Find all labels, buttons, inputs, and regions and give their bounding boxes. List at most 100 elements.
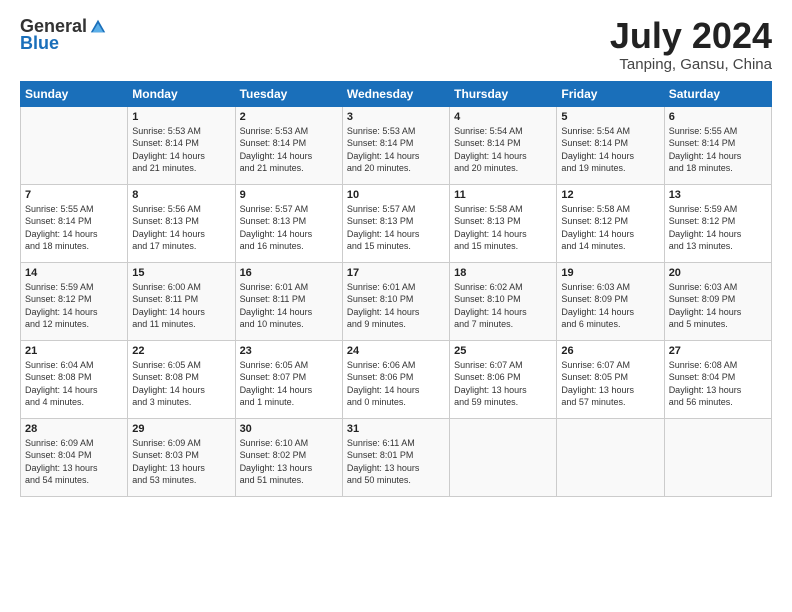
day-number: 23 [240, 345, 338, 357]
column-header-monday: Monday [128, 81, 235, 106]
calendar-cell: 29 Sunrise: 6:09 AM Sunset: 8:03 PM Dayli… [128, 418, 235, 496]
calendar-cell: 13 Sunrise: 5:59 AM Sunset: 8:12 PM Dayli… [664, 184, 771, 262]
day-info: Sunrise: 5:56 AM Sunset: 8:13 PM Dayligh… [132, 203, 230, 253]
day-number: 11 [454, 189, 552, 201]
day-info: Sunrise: 5:55 AM Sunset: 8:14 PM Dayligh… [669, 125, 767, 175]
day-number: 1 [132, 111, 230, 123]
calendar-cell: 11 Sunrise: 5:58 AM Sunset: 8:13 PM Dayli… [450, 184, 557, 262]
calendar-cell: 18 Sunrise: 6:02 AM Sunset: 8:10 PM Dayli… [450, 262, 557, 340]
day-number: 2 [240, 111, 338, 123]
day-info: Sunrise: 5:58 AM Sunset: 8:12 PM Dayligh… [561, 203, 659, 253]
calendar-header: SundayMondayTuesdayWednesdayThursdayFrid… [21, 81, 772, 106]
day-info: Sunrise: 5:59 AM Sunset: 8:12 PM Dayligh… [25, 281, 123, 331]
day-info: Sunrise: 5:57 AM Sunset: 8:13 PM Dayligh… [240, 203, 338, 253]
day-info: Sunrise: 5:59 AM Sunset: 8:12 PM Dayligh… [669, 203, 767, 253]
day-info: Sunrise: 6:06 AM Sunset: 8:06 PM Dayligh… [347, 359, 445, 409]
day-number: 29 [132, 423, 230, 435]
calendar-cell: 19Sunrise: 6:03 AM Sunset: 8:09 PM Dayli… [557, 262, 664, 340]
day-number: 24 [347, 345, 445, 357]
day-number: 6 [669, 111, 767, 123]
day-info: Sunrise: 6:07 AM Sunset: 8:06 PM Dayligh… [454, 359, 552, 409]
day-number: 30 [240, 423, 338, 435]
column-header-wednesday: Wednesday [342, 81, 449, 106]
calendar-cell: 15 Sunrise: 6:00 AM Sunset: 8:11 PM Dayli… [128, 262, 235, 340]
day-number: 17 [347, 267, 445, 279]
week-row-1: 1 Sunrise: 5:53 AM Sunset: 8:14 PM Daylig… [21, 106, 772, 184]
calendar-cell: 6 Sunrise: 5:55 AM Sunset: 8:14 PM Daylig… [664, 106, 771, 184]
logo: General Blue [20, 16, 107, 54]
calendar-cell: 5Sunrise: 5:54 AM Sunset: 8:14 PM Daylig… [557, 106, 664, 184]
title-block: July 2024 Tanping, Gansu, China [610, 16, 772, 73]
calendar-cell: 4Sunrise: 5:54 AM Sunset: 8:14 PM Daylig… [450, 106, 557, 184]
day-number: 3 [347, 111, 445, 123]
day-number: 26 [561, 345, 659, 357]
location: Tanping, Gansu, China [610, 56, 772, 73]
calendar-cell [450, 418, 557, 496]
day-info: Sunrise: 6:09 AM Sunset: 8:03 PM Dayligh… [132, 437, 230, 487]
calendar-cell: 16 Sunrise: 6:01 AM Sunset: 8:11 PM Dayli… [235, 262, 342, 340]
calendar-cell: 1Sunrise: 5:53 AM Sunset: 8:14 PM Daylig… [128, 106, 235, 184]
calendar-cell: 14 Sunrise: 5:59 AM Sunset: 8:12 PM Dayli… [21, 262, 128, 340]
calendar-cell: 27 Sunrise: 6:08 AM Sunset: 8:04 PM Dayli… [664, 340, 771, 418]
header: General Blue July 2024 Tanping, Gansu, C… [20, 16, 772, 73]
calendar-cell: 24 Sunrise: 6:06 AM Sunset: 8:06 PM Dayli… [342, 340, 449, 418]
calendar-cell: 20 Sunrise: 6:03 AM Sunset: 8:09 PM Dayli… [664, 262, 771, 340]
calendar-cell: 17 Sunrise: 6:01 AM Sunset: 8:10 PM Dayli… [342, 262, 449, 340]
day-number: 25 [454, 345, 552, 357]
day-number: 12 [561, 189, 659, 201]
day-info: Sunrise: 6:01 AM Sunset: 8:10 PM Dayligh… [347, 281, 445, 331]
day-info: Sunrise: 6:05 AM Sunset: 8:08 PM Dayligh… [132, 359, 230, 409]
logo-blue-text: Blue [20, 33, 59, 54]
calendar-cell: 26 Sunrise: 6:07 AM Sunset: 8:05 PM Dayli… [557, 340, 664, 418]
column-header-tuesday: Tuesday [235, 81, 342, 106]
day-info: Sunrise: 6:10 AM Sunset: 8:02 PM Dayligh… [240, 437, 338, 487]
day-info: Sunrise: 5:53 AM Sunset: 8:14 PM Dayligh… [240, 125, 338, 175]
day-number: 21 [25, 345, 123, 357]
week-row-4: 21Sunrise: 6:04 AM Sunset: 8:08 PM Dayli… [21, 340, 772, 418]
day-info: Sunrise: 6:09 AM Sunset: 8:04 PM Dayligh… [25, 437, 123, 487]
calendar-cell: 9Sunrise: 5:57 AM Sunset: 8:13 PM Daylig… [235, 184, 342, 262]
day-number: 7 [25, 189, 123, 201]
calendar-body: 1 Sunrise: 5:53 AM Sunset: 8:14 PM Daylig… [21, 106, 772, 496]
calendar-table: SundayMondayTuesdayWednesdayThursdayFrid… [20, 81, 772, 497]
day-number: 19 [561, 267, 659, 279]
day-info: Sunrise: 5:55 AM Sunset: 8:14 PM Dayligh… [25, 203, 123, 253]
day-info: Sunrise: 5:54 AM Sunset: 8:14 PM Dayligh… [454, 125, 552, 175]
day-info: Sunrise: 6:02 AM Sunset: 8:10 PM Dayligh… [454, 281, 552, 331]
calendar-cell: 22Sunrise: 6:05 AM Sunset: 8:08 PM Dayli… [128, 340, 235, 418]
column-header-sunday: Sunday [21, 81, 128, 106]
day-number: 10 [347, 189, 445, 201]
day-number: 8 [132, 189, 230, 201]
day-number: 15 [132, 267, 230, 279]
calendar-cell: 12 Sunrise: 5:58 AM Sunset: 8:12 PM Dayli… [557, 184, 664, 262]
day-info: Sunrise: 5:58 AM Sunset: 8:13 PM Dayligh… [454, 203, 552, 253]
day-number: 20 [669, 267, 767, 279]
day-info: Sunrise: 6:01 AM Sunset: 8:11 PM Dayligh… [240, 281, 338, 331]
day-number: 16 [240, 267, 338, 279]
calendar-cell: 8 Sunrise: 5:56 AM Sunset: 8:13 PM Daylig… [128, 184, 235, 262]
day-info: Sunrise: 6:05 AM Sunset: 8:07 PM Dayligh… [240, 359, 338, 409]
week-row-5: 28Sunrise: 6:09 AM Sunset: 8:04 PM Dayli… [21, 418, 772, 496]
day-number: 27 [669, 345, 767, 357]
day-info: Sunrise: 6:11 AM Sunset: 8:01 PM Dayligh… [347, 437, 445, 487]
calendar-cell [21, 106, 128, 184]
day-info: Sunrise: 5:53 AM Sunset: 8:14 PM Dayligh… [347, 125, 445, 175]
calendar-cell: 10 Sunrise: 5:57 AM Sunset: 8:13 PM Dayli… [342, 184, 449, 262]
day-info: Sunrise: 6:03 AM Sunset: 8:09 PM Dayligh… [669, 281, 767, 331]
day-info: Sunrise: 6:00 AM Sunset: 8:11 PM Dayligh… [132, 281, 230, 331]
day-info: Sunrise: 6:07 AM Sunset: 8:05 PM Dayligh… [561, 359, 659, 409]
page: General Blue July 2024 Tanping, Gansu, C… [0, 0, 792, 612]
column-header-thursday: Thursday [450, 81, 557, 106]
calendar-cell: 30 Sunrise: 6:10 AM Sunset: 8:02 PM Dayli… [235, 418, 342, 496]
column-header-saturday: Saturday [664, 81, 771, 106]
day-number: 14 [25, 267, 123, 279]
calendar-cell: 7 Sunrise: 5:55 AM Sunset: 8:14 PM Daylig… [21, 184, 128, 262]
day-info: Sunrise: 5:57 AM Sunset: 8:13 PM Dayligh… [347, 203, 445, 253]
calendar-cell: 31Sunrise: 6:11 AM Sunset: 8:01 PM Dayli… [342, 418, 449, 496]
calendar-cell [664, 418, 771, 496]
day-number: 5 [561, 111, 659, 123]
calendar-cell [557, 418, 664, 496]
day-number: 18 [454, 267, 552, 279]
day-number: 13 [669, 189, 767, 201]
day-info: Sunrise: 6:08 AM Sunset: 8:04 PM Dayligh… [669, 359, 767, 409]
